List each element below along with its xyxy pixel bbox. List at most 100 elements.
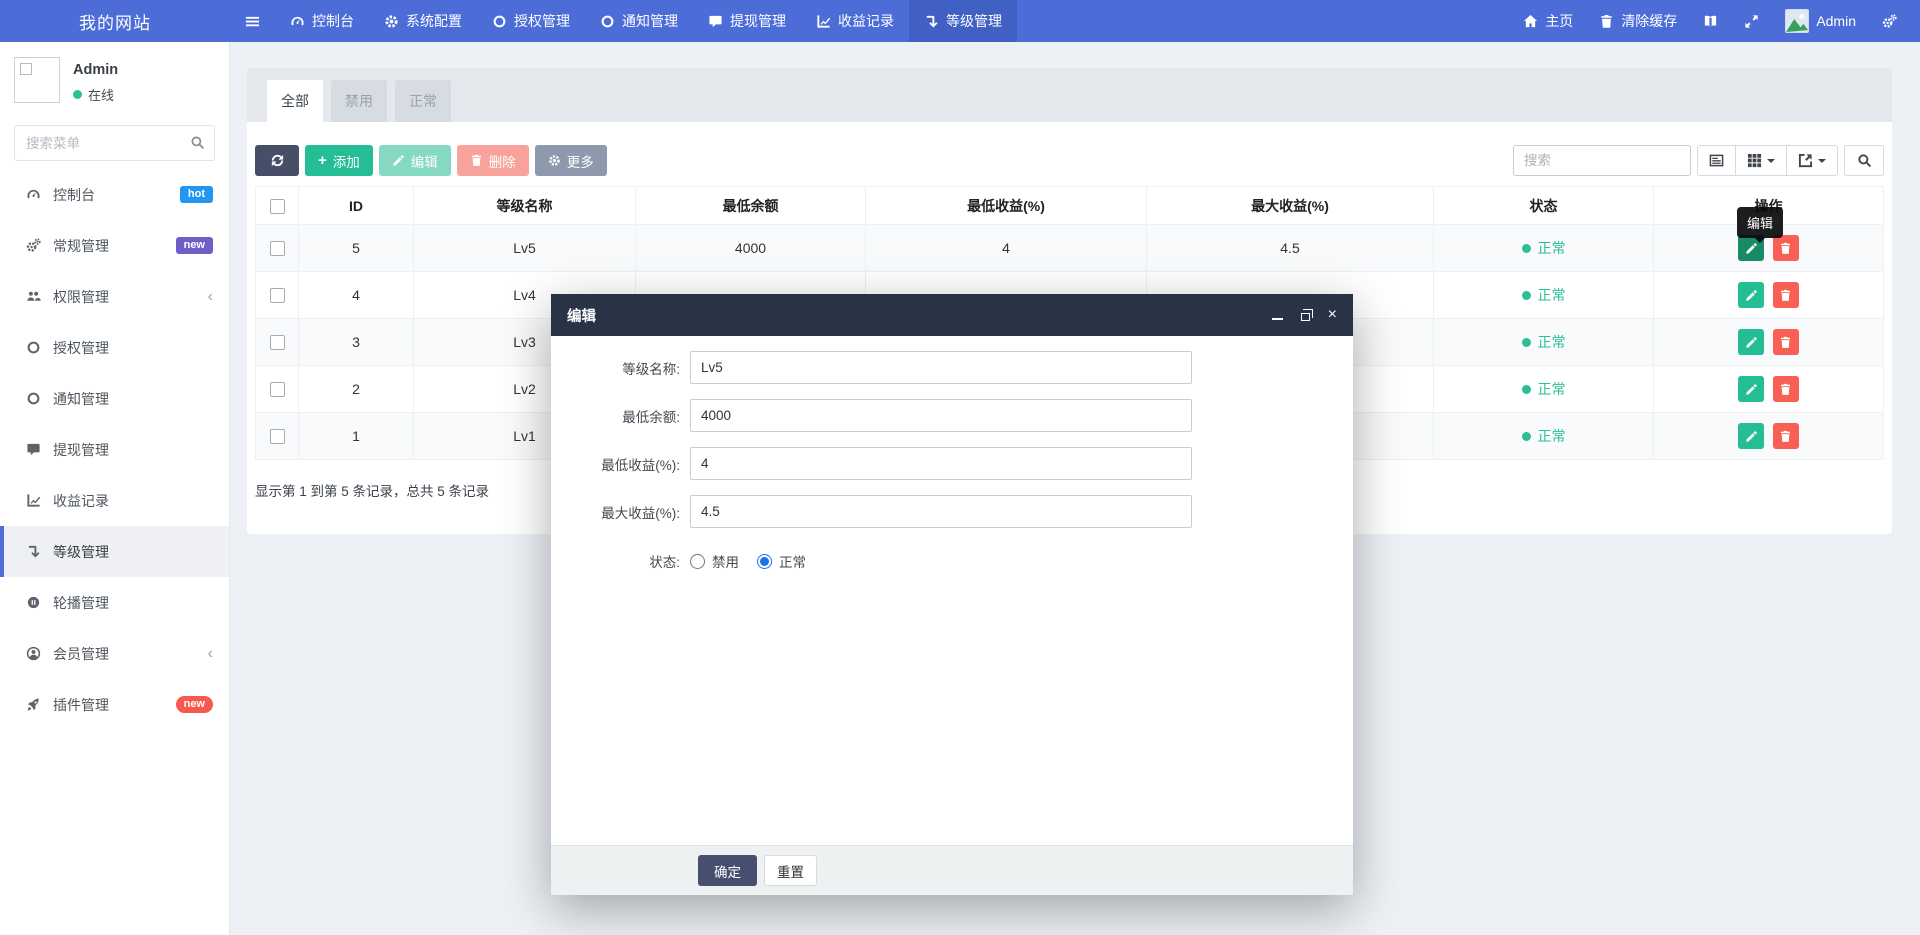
row-edit-button[interactable] <box>1738 376 1764 402</box>
sidebar-item-withdraw-manage[interactable]: 提现管理 <box>0 424 229 475</box>
chevron-left-icon: ‹ <box>208 289 213 305</box>
row-delete-button[interactable] <box>1773 282 1799 308</box>
row-delete-button[interactable] <box>1773 329 1799 355</box>
row-checkbox[interactable] <box>270 382 285 397</box>
hot-badge: hot <box>180 186 213 203</box>
user-name: Admin <box>73 62 118 78</box>
maximize-button[interactable] <box>1301 310 1310 321</box>
sidebar-item-label: 控制台 <box>53 185 95 205</box>
reset-button[interactable]: 重置 <box>764 855 817 886</box>
sidebar-item-label: 等级管理 <box>53 542 109 562</box>
nav-item-withdraw-manage[interactable]: 提现管理 <box>693 0 801 42</box>
row-delete-button[interactable] <box>1773 235 1799 261</box>
sidebar-toggle-button[interactable] <box>230 0 275 42</box>
status-option-normal[interactable]: 正常 <box>757 551 806 571</box>
nav-item-profit-record[interactable]: 收益记录 <box>801 0 909 42</box>
top-navbar: 我的网站 控制台 系统配置 授权管理 通知管理 提现管理 收益记录 <box>0 0 1920 42</box>
edit-dialog: 编辑 × 等级名称: 最低余额: 最低收益(%): 最大收益(%): 状态: <box>551 294 1353 895</box>
confirm-button[interactable]: 确定 <box>698 855 757 886</box>
row-checkbox[interactable] <box>270 335 285 350</box>
home-button[interactable]: 主页 <box>1510 11 1586 31</box>
refresh-button[interactable] <box>255 145 299 176</box>
tab-normal[interactable]: 正常 <box>395 80 451 122</box>
sidebar-menu: 控制台 hot 常规管理 new 权限管理 ‹ 授权管理 通知管理 提现管理 收… <box>0 169 229 730</box>
max-profit-input[interactable] <box>690 495 1192 528</box>
radio-normal[interactable] <box>757 554 772 569</box>
settings-button[interactable] <box>1869 14 1910 29</box>
sidebar-item-level-manage[interactable]: 等级管理 <box>0 526 229 577</box>
row-checkbox[interactable] <box>270 288 285 303</box>
user-menu[interactable]: Admin <box>1772 9 1869 33</box>
nav-item-dashboard[interactable]: 控制台 <box>275 0 369 42</box>
more-button[interactable]: 更多 <box>535 145 607 176</box>
nav-item-auth-manage[interactable]: 授权管理 <box>477 0 585 42</box>
table-search-input[interactable] <box>1513 145 1691 176</box>
tab-disabled[interactable]: 禁用 <box>331 80 387 122</box>
nav-item-label: 通知管理 <box>622 11 678 31</box>
close-icon[interactable]: × <box>1328 307 1337 323</box>
min-profit-input[interactable] <box>690 447 1192 480</box>
sidebar-item-label: 插件管理 <box>53 695 109 715</box>
row-checkbox[interactable] <box>270 241 285 256</box>
cell-id: 4 <box>299 272 414 319</box>
status-option-disabled[interactable]: 禁用 <box>690 551 739 571</box>
trash-icon <box>1779 383 1792 396</box>
clear-cache-label: 清除缓存 <box>1621 11 1677 31</box>
trash-icon <box>1779 336 1792 349</box>
nav-item-level-manage[interactable]: 等级管理 <box>909 0 1017 42</box>
tab-all[interactable]: 全部 <box>267 80 323 122</box>
delete-button-disabled[interactable]: 删除 <box>457 145 529 176</box>
cogs-icon <box>23 238 43 253</box>
pencil-icon <box>1745 289 1758 302</box>
trash-icon <box>1779 430 1792 443</box>
add-label: 添加 <box>333 151 360 171</box>
nav-item-system-config[interactable]: 系统配置 <box>369 0 477 42</box>
add-button[interactable]: + 添加 <box>305 145 373 176</box>
status-dot-icon <box>1522 244 1531 253</box>
sidebar-item-label: 会员管理 <box>53 644 109 664</box>
sidebar-item-notice-manage[interactable]: 通知管理 <box>0 373 229 424</box>
columns-button[interactable] <box>1736 145 1787 176</box>
edit-button-disabled[interactable]: 编辑 <box>379 145 451 176</box>
column-header-name: 等级名称 <box>414 187 636 225</box>
table-header-row: ID 等级名称 最低余额 最低收益(%) 最大收益(%) 状态 操作 <box>256 187 1884 225</box>
row-edit-button[interactable] <box>1738 423 1764 449</box>
min-balance-input[interactable] <box>690 399 1192 432</box>
row-checkbox[interactable] <box>270 429 285 444</box>
dialog-body: 等级名称: 最低余额: 最低收益(%): 最大收益(%): 状态: 禁用 正常 <box>551 336 1353 845</box>
row-delete-button[interactable] <box>1773 423 1799 449</box>
detail-view-button[interactable] <box>1697 145 1736 176</box>
dialog-titlebar[interactable]: 编辑 × <box>551 294 1353 336</box>
row-delete-button[interactable] <box>1773 376 1799 402</box>
radio-disabled[interactable] <box>690 554 705 569</box>
minimize-button[interactable] <box>1272 310 1283 320</box>
field-label-min-profit: 最低收益(%): <box>551 454 690 474</box>
fullscreen-button[interactable] <box>1731 14 1772 29</box>
export-button[interactable] <box>1787 145 1838 176</box>
row-edit-button[interactable] <box>1738 329 1764 355</box>
plus-icon: + <box>318 153 327 168</box>
sidebar-item-plugin-manage[interactable]: 插件管理 new <box>0 679 229 730</box>
sidebar-item-label: 收益记录 <box>53 491 109 511</box>
sidebar-item-dashboard[interactable]: 控制台 hot <box>0 169 229 220</box>
pencil-icon <box>1745 336 1758 349</box>
dashboard-icon <box>23 187 43 202</box>
status-dot-icon <box>1522 432 1531 441</box>
select-all-checkbox[interactable] <box>270 199 285 214</box>
level-name-input[interactable] <box>690 351 1192 384</box>
clear-cache-button[interactable]: 清除缓存 <box>1586 11 1690 31</box>
sidebar-item-auth-manage[interactable]: 授权管理 <box>0 322 229 373</box>
sidebar-item-general-manage[interactable]: 常规管理 new <box>0 220 229 271</box>
online-dot-icon <box>73 90 82 99</box>
sidebar-item-profit-record[interactable]: 收益记录 <box>0 475 229 526</box>
advanced-search-button[interactable] <box>1844 145 1884 176</box>
sidebar-item-member-manage[interactable]: 会员管理 ‹ <box>0 628 229 679</box>
row-edit-button[interactable] <box>1738 282 1764 308</box>
sidebar-item-permission-manage[interactable]: 权限管理 ‹ <box>0 271 229 322</box>
edit-label: 编辑 <box>411 151 438 171</box>
language-button[interactable] <box>1690 14 1731 29</box>
dialog-footer: 确定 重置 <box>551 845 1353 895</box>
sidebar-item-carousel-manage[interactable]: 轮播管理 <box>0 577 229 628</box>
nav-item-notice-manage[interactable]: 通知管理 <box>585 0 693 42</box>
menu-search-input[interactable] <box>14 125 215 161</box>
